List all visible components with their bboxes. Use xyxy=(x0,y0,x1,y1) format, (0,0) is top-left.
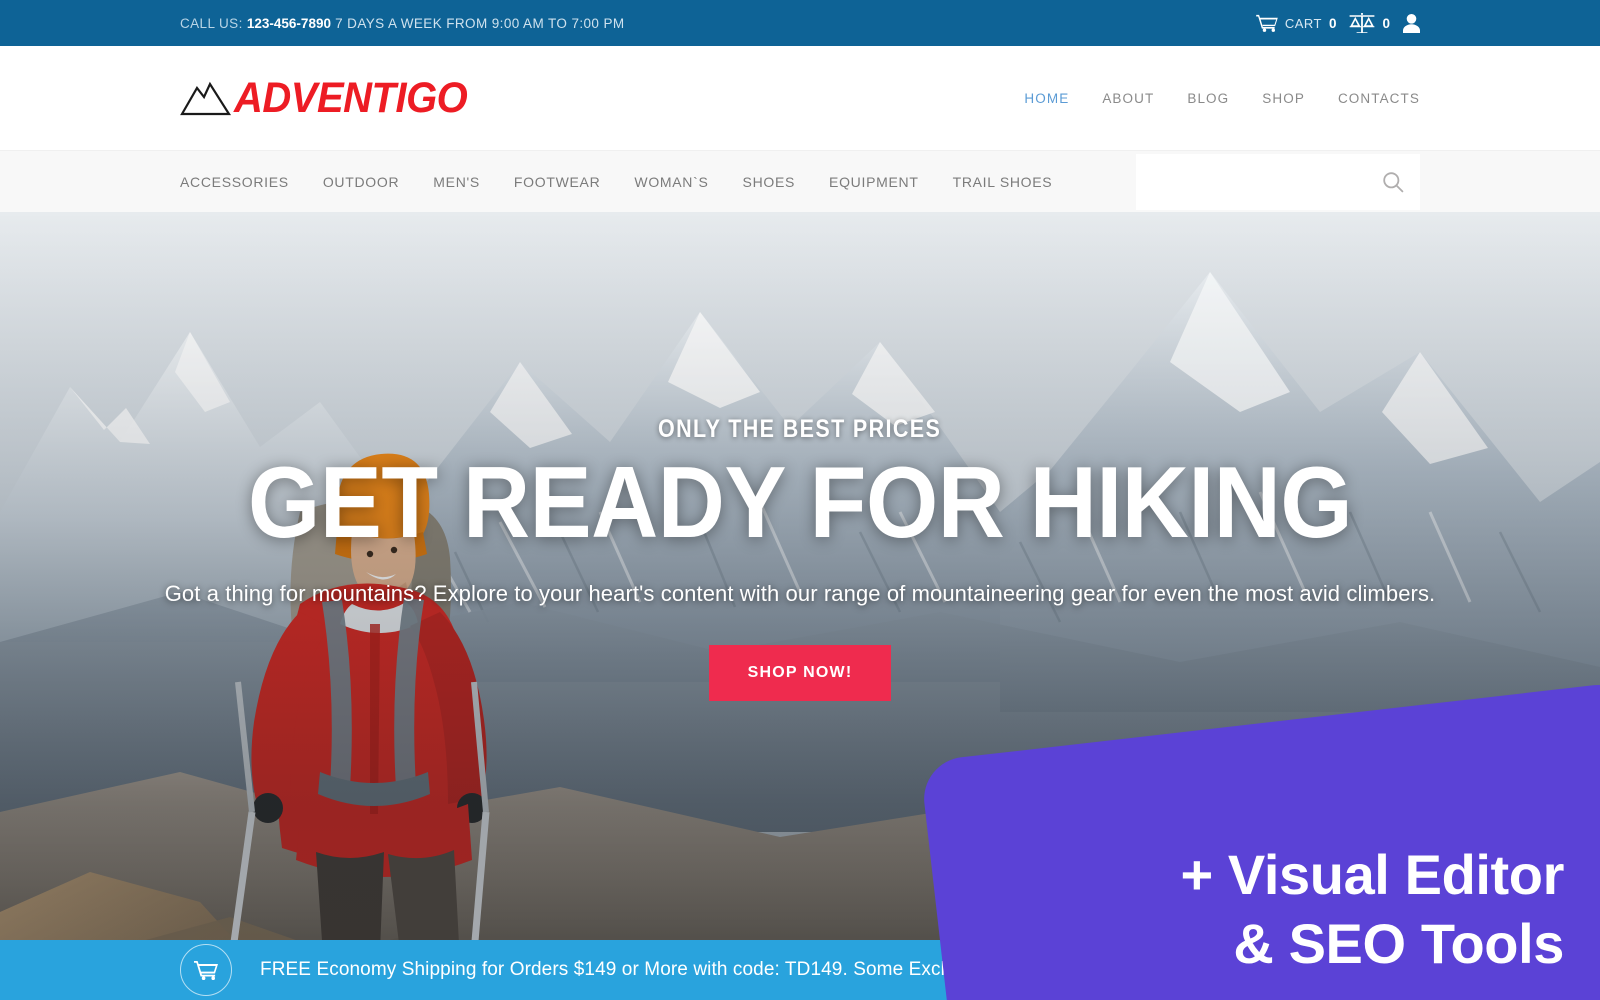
search-icon xyxy=(1382,171,1404,193)
top-bar-actions: CART 0 0 xyxy=(1256,13,1420,33)
shop-now-button[interactable]: SHOP NOW! xyxy=(709,645,891,702)
category-item-shoes[interactable]: SHOES xyxy=(743,174,796,190)
category-list: ACCESSORIES OUTDOOR MEN'S FOOTWEAR WOMAN… xyxy=(180,174,1052,190)
user-account-icon xyxy=(1403,13,1420,33)
shopping-cart-icon xyxy=(1256,14,1278,32)
category-item-womans[interactable]: WOMAN`S xyxy=(634,174,708,190)
site-header: ADVENTIGO HOME ABOUT BLOG SHOP CONTACTS xyxy=(0,46,1600,150)
category-item-accessories[interactable]: ACCESSORIES xyxy=(180,174,289,190)
category-navigation-inner: ACCESSORIES OUTDOOR MEN'S FOOTWEAR WOMAN… xyxy=(180,151,1420,213)
promo-badge-text: + Visual Editor & SEO Tools xyxy=(1180,841,1564,978)
phone-number[interactable]: 123-456-7890 xyxy=(247,16,331,31)
category-item-mens[interactable]: MEN'S xyxy=(433,174,480,190)
site-logo[interactable]: ADVENTIGO xyxy=(180,74,468,122)
cart-label: CART xyxy=(1284,15,1322,31)
primary-navigation: HOME ABOUT BLOG SHOP CONTACTS xyxy=(1024,91,1420,106)
shipping-cart-icon xyxy=(180,944,232,996)
search-input[interactable] xyxy=(1154,174,1382,190)
top-utility-bar-inner: CALL US: 123-456-7890 7 DAYS A WEEK FROM… xyxy=(180,0,1420,46)
logo-wordmark: ADVENTIGO xyxy=(234,74,468,122)
nav-item-shop[interactable]: SHOP xyxy=(1262,91,1305,106)
compare-link[interactable]: 0 xyxy=(1349,13,1390,33)
nav-item-blog[interactable]: BLOG xyxy=(1187,91,1229,106)
balance-scale-icon xyxy=(1349,13,1375,33)
call-us-label: CALL US: xyxy=(180,15,243,31)
nav-item-about[interactable]: ABOUT xyxy=(1102,91,1154,106)
category-item-equipment[interactable]: EQUIPMENT xyxy=(829,174,919,190)
promo-line-2: & SEO Tools xyxy=(1233,911,1564,975)
cart-link[interactable]: CART 0 xyxy=(1256,14,1337,32)
search-box[interactable] xyxy=(1136,154,1420,210)
category-item-outdoor[interactable]: OUTDOOR xyxy=(323,174,399,190)
mountain-logo-icon xyxy=(180,78,232,118)
search-submit-button[interactable] xyxy=(1382,171,1404,193)
nav-item-contacts[interactable]: CONTACTS xyxy=(1338,91,1420,106)
call-us-text: CALL US: 123-456-7890 7 DAYS A WEEK FROM… xyxy=(180,16,625,31)
category-navigation-bar: ACCESSORIES OUTDOOR MEN'S FOOTWEAR WOMAN… xyxy=(0,150,1600,212)
promo-line-1: + Visual Editor xyxy=(1180,843,1564,907)
top-utility-bar: CALL US: 123-456-7890 7 DAYS A WEEK FROM… xyxy=(0,0,1600,46)
compare-count: 0 xyxy=(1382,15,1390,31)
webpage-root: CALL US: 123-456-7890 7 DAYS A WEEK FROM… xyxy=(0,0,1600,1000)
account-link[interactable] xyxy=(1403,13,1420,33)
site-header-inner: ADVENTIGO HOME ABOUT BLOG SHOP CONTACTS xyxy=(180,46,1420,150)
business-hours: 7 DAYS A WEEK FROM 9:00 AM TO 7:00 PM xyxy=(335,15,625,31)
nav-item-home[interactable]: HOME xyxy=(1024,91,1069,106)
category-item-trail-shoes[interactable]: TRAIL SHOES xyxy=(953,174,1053,190)
cart-count: 0 xyxy=(1328,15,1337,31)
category-item-footwear[interactable]: FOOTWEAR xyxy=(514,174,600,190)
